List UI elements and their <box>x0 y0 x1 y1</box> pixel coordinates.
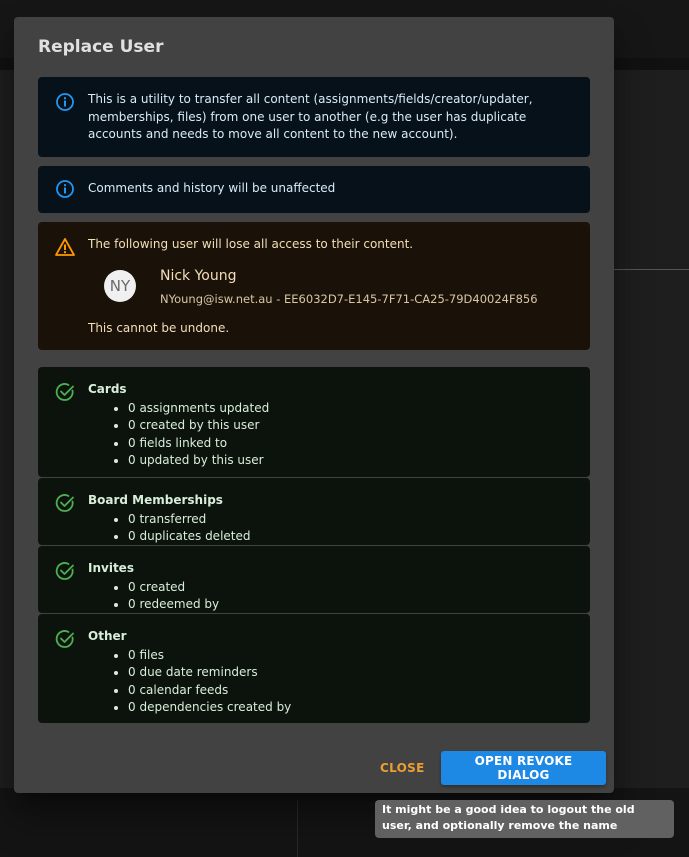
warning-alert: The following user will lose all access … <box>38 222 590 350</box>
section-list: 0 files 0 due date reminders 0 calendar … <box>88 647 576 717</box>
warning-triangle-icon <box>54 236 76 258</box>
info-circle-icon <box>54 178 76 200</box>
list-item: 0 fields linked to <box>128 435 576 453</box>
tooltip: It might be a good idea to logout the ol… <box>375 800 674 838</box>
list-item: 0 due date reminders <box>128 664 576 682</box>
list-item: 0 duplicates deleted <box>128 528 576 546</box>
list-item: 0 created <box>128 579 576 597</box>
section-other: Other 0 files 0 due date reminders 0 cal… <box>38 614 590 723</box>
check-circle-icon <box>54 628 76 650</box>
section-board-memberships: Board Memberships 0 transferred 0 duplic… <box>38 478 590 545</box>
section-list: 0 assignments updated 0 created by this … <box>88 400 576 470</box>
section-heading: Cards <box>88 382 127 396</box>
check-circle-icon <box>54 492 76 514</box>
info-alert-comments-text: Comments and history will be unaffected <box>88 181 336 195</box>
section-heading: Board Memberships <box>88 493 223 507</box>
list-item: 0 updated by this user <box>128 452 576 470</box>
section-heading: Other <box>88 629 127 643</box>
section-list: 0 created 0 redeemed by <box>88 579 576 614</box>
list-item: 0 transferred <box>128 511 576 529</box>
replace-user-dialog: Replace User This is a utility to transf… <box>14 17 614 793</box>
list-item: 0 dependencies created by <box>128 699 576 717</box>
list-item: 0 calendar feeds <box>128 682 576 700</box>
info-alert-transfer: This is a utility to transfer all conten… <box>38 77 590 157</box>
info-circle-icon <box>54 91 76 113</box>
close-button[interactable]: CLOSE <box>374 751 430 785</box>
open-revoke-dialog-button[interactable]: OPEN REVOKE DIALOG <box>441 751 606 785</box>
check-circle-icon <box>54 381 76 403</box>
dialog-title: Replace User <box>38 37 164 57</box>
section-invites: Invites 0 created 0 redeemed by <box>38 546 590 613</box>
info-alert-transfer-text: This is a utility to transfer all conten… <box>88 92 533 141</box>
info-alert-comments: Comments and history will be unaffected <box>38 166 590 213</box>
warning-text: The following user will lose all access … <box>88 237 414 251</box>
avatar: NY <box>104 270 136 302</box>
section-list: 0 transferred 0 duplicates deleted <box>88 511 576 546</box>
background-footer-divider <box>297 800 298 857</box>
user-email-id: NYoung@isw.net.au - EE6032D7-E145-7F71-C… <box>160 292 538 306</box>
list-item: 0 files <box>128 647 576 665</box>
list-item: 0 redeemed by <box>128 596 576 614</box>
background-divider <box>612 269 689 270</box>
check-circle-icon <box>54 560 76 582</box>
section-cards: Cards 0 assignments updated 0 created by… <box>38 367 590 477</box>
list-item: 0 assignments updated <box>128 400 576 418</box>
list-item: 0 created by this user <box>128 417 576 435</box>
section-heading: Invites <box>88 561 134 575</box>
user-name: Nick Young <box>160 268 237 284</box>
warning-undo-text: This cannot be undone. <box>88 321 230 335</box>
